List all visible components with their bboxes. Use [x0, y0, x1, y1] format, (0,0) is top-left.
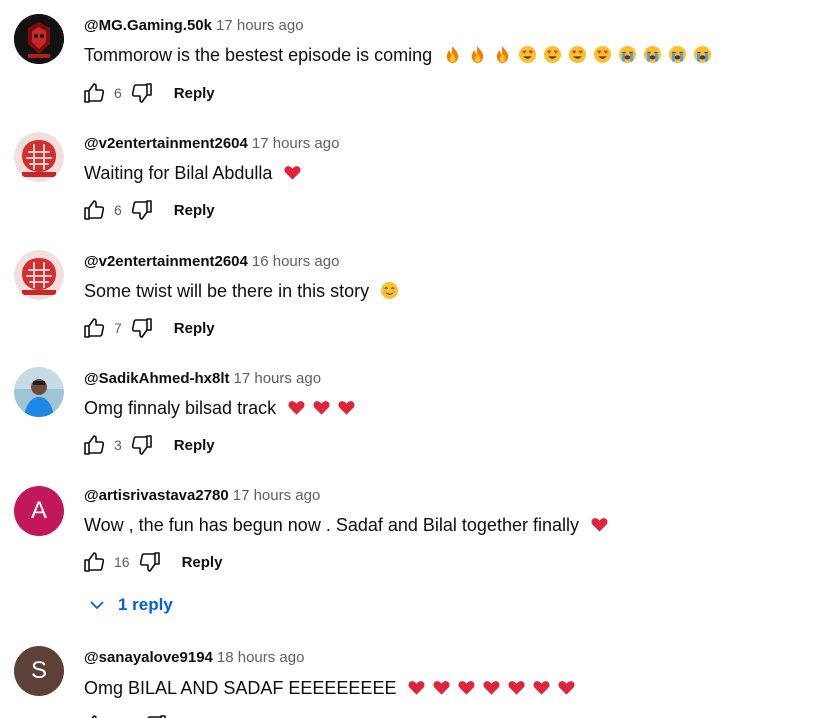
- comment-text: Omg BILAL AND SADAF EEEEEEEEE: [84, 678, 576, 699]
- comment-header: @MG.Gaming.50k 17 hours ago: [84, 17, 304, 34]
- comment-time[interactable]: 16 hours ago: [252, 253, 340, 270]
- emoji-row: [437, 45, 712, 65]
- comment-author[interactable]: @v2entertainment2604: [84, 135, 248, 152]
- fire-icon: [443, 45, 462, 64]
- dislike-icon[interactable]: [130, 81, 154, 105]
- red-heart-icon: [407, 678, 426, 697]
- comment-time[interactable]: 17 hours ago: [216, 17, 304, 34]
- emoji-row: [277, 163, 302, 183]
- comment-actions: 6 Reply: [82, 80, 215, 106]
- red-heart-icon: [457, 678, 476, 697]
- dislike-icon[interactable]: [138, 550, 162, 574]
- red-heart-icon: [287, 398, 306, 417]
- emoji-row: [281, 398, 356, 418]
- comment-author[interactable]: @v2entertainment2604: [84, 253, 248, 270]
- avatar[interactable]: [14, 367, 64, 417]
- comment-text: Waiting for Bilal Abdulla: [84, 163, 302, 184]
- avatar[interactable]: A: [14, 486, 64, 536]
- crying-icon: [668, 45, 687, 64]
- fire-icon: [493, 45, 512, 64]
- comment-author[interactable]: @SadikAhmed-hx8lt: [84, 370, 230, 387]
- dislike-icon[interactable]: [130, 433, 154, 457]
- comment-time[interactable]: 17 hours ago: [233, 487, 321, 504]
- comment-header: @v2entertainment2604 17 hours ago: [84, 135, 339, 152]
- red-heart-icon: [432, 678, 451, 697]
- reply-button[interactable]: Reply: [174, 437, 215, 454]
- reply-button[interactable]: Reply: [174, 85, 215, 102]
- crying-icon: [618, 45, 637, 64]
- comment-actions: 7 Reply: [82, 315, 215, 341]
- avatar[interactable]: [14, 250, 64, 300]
- comment-text-body: Waiting for Bilal Abdulla: [84, 163, 273, 183]
- comment-header: @sanayalove9194 18 hours ago: [84, 649, 304, 666]
- red-heart-icon: [337, 398, 356, 417]
- comment-author[interactable]: @sanayalove9194: [84, 649, 213, 666]
- heart-eyes-icon: [518, 45, 537, 64]
- heart-eyes-icon: [568, 45, 587, 64]
- comment-text: Tommorow is the bestest episode is comin…: [84, 45, 712, 66]
- comment-actions: 6 Reply: [82, 197, 215, 223]
- like-count: 6: [114, 85, 122, 101]
- comment-author[interactable]: @artisrivastava2780: [84, 487, 229, 504]
- comment-text-body: Omg finnaly bilsad track: [84, 398, 277, 418]
- red-heart-icon: [532, 678, 551, 697]
- like-count: 16: [114, 554, 130, 570]
- comment-header: @artisrivastava2780 17 hours ago: [84, 487, 320, 504]
- comment-actions: 3 Reply: [82, 432, 215, 458]
- comment-text-body: Wow , the fun has begun now . Sadaf and …: [84, 515, 579, 535]
- comment-text-body: Omg BILAL AND SADAF EEEEEEEEE: [84, 678, 397, 698]
- like-count: 3: [114, 437, 122, 453]
- like-icon[interactable]: [82, 198, 106, 222]
- comment-header: @SadikAhmed-hx8lt 17 hours ago: [84, 370, 321, 387]
- dislike-icon[interactable]: [130, 198, 154, 222]
- like-icon[interactable]: [82, 316, 106, 340]
- like-icon[interactable]: [82, 550, 106, 574]
- chevron-down-icon: [90, 601, 104, 610]
- red-heart-icon: [590, 515, 609, 534]
- avatar-letter: S: [30, 657, 47, 684]
- fire-icon: [468, 45, 487, 64]
- comment-header: @v2entertainment2604 16 hours ago: [84, 253, 339, 270]
- reply-button[interactable]: Reply: [174, 320, 215, 337]
- like-count: 6: [114, 202, 122, 218]
- red-heart-icon: [507, 678, 526, 697]
- comment-author[interactable]: @MG.Gaming.50k: [84, 17, 212, 34]
- avatar[interactable]: [14, 132, 64, 182]
- comment-actions: 16 Reply: [82, 549, 222, 575]
- view-replies-label: 1 reply: [118, 595, 173, 614]
- reply-button[interactable]: Reply: [174, 202, 215, 219]
- comment-time[interactable]: 18 hours ago: [217, 649, 305, 666]
- red-heart-icon: [283, 163, 302, 182]
- reply-button[interactable]: Reply: [182, 554, 223, 571]
- dislike-icon[interactable]: [130, 316, 154, 340]
- avatar[interactable]: S: [14, 646, 64, 696]
- red-heart-icon: [482, 678, 501, 697]
- crying-icon: [643, 45, 662, 64]
- comment-time[interactable]: 17 hours ago: [252, 135, 340, 152]
- like-icon[interactable]: [82, 433, 106, 457]
- crying-icon: [693, 45, 712, 64]
- comment-text: Some twist will be there in this story: [84, 281, 399, 302]
- view-replies-button[interactable]: 1 reply: [88, 595, 173, 615]
- comment-time[interactable]: 17 hours ago: [234, 370, 322, 387]
- comment-text: Wow , the fun has begun now . Sadaf and …: [84, 515, 609, 536]
- like-icon[interactable]: [82, 713, 106, 718]
- comment-text-body: Tommorow is the bestest episode is comin…: [84, 45, 433, 65]
- smiling-face-icon: [380, 281, 399, 300]
- emoji-row: [401, 678, 576, 698]
- comment-text-body: Some twist will be there in this story: [84, 281, 370, 301]
- emoji-row: [374, 281, 399, 301]
- avatar-letter: A: [30, 497, 47, 524]
- comment-text: Omg finnaly bilsad track: [84, 398, 356, 419]
- heart-eyes-icon: [543, 45, 562, 64]
- like-count: 7: [114, 320, 122, 336]
- red-heart-icon: [557, 678, 576, 697]
- comment-actions: [82, 712, 168, 718]
- like-icon[interactable]: [82, 81, 106, 105]
- heart-eyes-icon: [593, 45, 612, 64]
- emoji-row: [584, 515, 609, 535]
- red-heart-icon: [312, 398, 331, 417]
- dislike-icon[interactable]: [144, 713, 168, 718]
- avatar[interactable]: [14, 14, 64, 64]
